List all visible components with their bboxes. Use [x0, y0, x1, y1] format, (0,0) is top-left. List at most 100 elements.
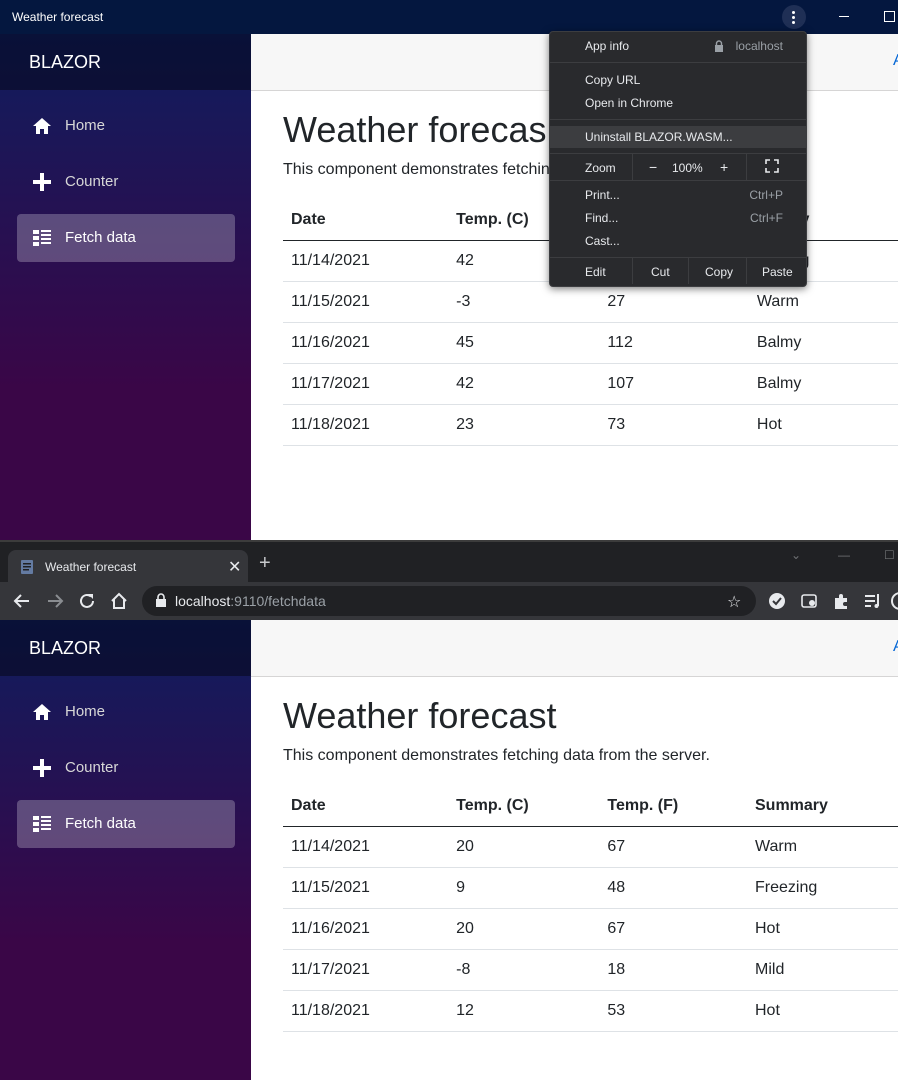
edit-label: Edit: [585, 265, 606, 279]
cut-button[interactable]: Cut: [651, 265, 670, 279]
minimize-button[interactable]: —: [838, 548, 850, 562]
menu-label: App info: [585, 39, 630, 53]
maximize-button[interactable]: ☐: [884, 548, 895, 562]
zoom-out-button[interactable]: −: [649, 159, 657, 175]
window-title: Weather forecast: [12, 10, 104, 24]
nav-label: Home: [65, 703, 106, 720]
url-host: localhost: [175, 593, 231, 609]
extensions-puzzle-icon[interactable]: [831, 591, 851, 611]
nav-item-home[interactable]: Home: [17, 102, 235, 150]
list-icon: [33, 230, 51, 246]
menu-item-app-info[interactable]: App info localhost: [550, 35, 806, 57]
forward-icon[interactable]: [45, 591, 65, 611]
plus-icon: [33, 173, 51, 191]
paste-button[interactable]: Paste: [762, 265, 793, 279]
cell-temp-f: 67: [599, 826, 747, 868]
cell-temp-f: 18: [599, 949, 747, 991]
menu-item-print[interactable]: Print... Ctrl+P: [550, 184, 806, 206]
cell-temp-f: 67: [599, 908, 747, 950]
menu-separator: [550, 180, 806, 181]
extension-icon[interactable]: [799, 591, 819, 611]
copy-button[interactable]: Copy: [705, 265, 733, 279]
profile-icon[interactable]: [890, 591, 898, 611]
cell-date: 11/18/2021: [283, 404, 449, 446]
menu-shortcut: Ctrl+P: [749, 188, 783, 202]
lock-icon: [715, 40, 723, 52]
fullscreen-icon[interactable]: [765, 159, 779, 173]
menu-item-uninstall[interactable]: Uninstall BLAZOR.WASM...: [550, 126, 806, 148]
about-link[interactable]: A: [893, 52, 898, 70]
bookmark-star-icon[interactable]: ☆: [727, 592, 741, 612]
zoom-row: Zoom − 100% +: [550, 154, 806, 180]
address-bar[interactable]: localhost:9110/fetchdata ☆: [142, 586, 756, 616]
table-row: 11/16/2021 45 112 Balmy: [283, 322, 898, 364]
cell-date: 11/15/2021: [283, 867, 449, 909]
extension-check-icon[interactable]: [767, 591, 787, 611]
table-header-row: Date Temp. (C) Temp. (F) Summary: [283, 786, 898, 827]
table-row: 11/18/2021 23 73 Hot: [283, 404, 898, 446]
browser-toolbar: localhost:9110/fetchdata ☆: [0, 582, 898, 620]
home-icon[interactable]: [109, 591, 129, 611]
nav-item-counter[interactable]: Counter: [17, 158, 235, 206]
cell-summary: Warm: [747, 826, 898, 868]
menu-label: Copy URL: [585, 73, 641, 87]
cell-summary: Hot: [746, 404, 898, 446]
app-context-menu: App info localhost Copy URL Open in Chro…: [549, 31, 807, 287]
table-row: 11/18/2021 12 53 Hot: [283, 990, 898, 1032]
cell-date: 11/17/2021: [283, 949, 449, 991]
zoom-in-button[interactable]: +: [720, 159, 728, 175]
cell-date: 11/18/2021: [283, 990, 449, 1032]
back-icon[interactable]: [12, 591, 32, 611]
nav-item-fetch-data[interactable]: Fetch data: [17, 800, 235, 848]
cell-temp-f: 112: [599, 322, 747, 364]
page-description: This component demonstrates fetchin: [283, 161, 550, 178]
menu-item-find[interactable]: Find... Ctrl+F: [550, 207, 806, 229]
menu-item-copy-url[interactable]: Copy URL: [550, 69, 806, 91]
about-link[interactable]: A: [893, 638, 898, 656]
lock-icon[interactable]: [155, 593, 167, 607]
app-menu-button[interactable]: [782, 5, 806, 29]
page-title: Weather forecast: [283, 695, 557, 736]
reload-icon[interactable]: [77, 591, 97, 611]
url-path: :9110/fetchdata: [230, 593, 326, 609]
list-icon: [33, 816, 51, 832]
minimize-button[interactable]: [824, 0, 864, 34]
cell-temp-f: 53: [599, 990, 747, 1032]
plus-icon: [33, 759, 51, 777]
nav-item-counter[interactable]: Counter: [17, 744, 235, 792]
brand-title[interactable]: BLAZOR: [0, 34, 251, 90]
column-header-temp-c: Temp. (C): [448, 786, 600, 827]
cell-temp-c: 20: [448, 908, 600, 950]
tab-strip: Weather forecast ✕ + ⌄ — ☐: [0, 540, 898, 584]
menu-label: Open in Chrome: [585, 96, 674, 110]
media-queue-icon[interactable]: [863, 591, 883, 611]
browser-tab[interactable]: Weather forecast ✕: [8, 550, 248, 584]
cell-temp-f: 27: [599, 281, 747, 323]
table-row: 11/15/2021 -3 27 Warm: [283, 281, 898, 323]
cell-summary: Balmy: [746, 322, 898, 364]
menu-label: Uninstall BLAZOR.WASM...: [585, 130, 733, 144]
table-row: 11/16/2021 20 67 Hot: [283, 908, 898, 950]
tab-search-icon[interactable]: ⌄: [791, 548, 801, 562]
menu-item-open-in-chrome[interactable]: Open in Chrome: [550, 92, 806, 114]
nav-menu: Home Counter Fetch data: [0, 676, 251, 848]
cell-temp-f: 48: [599, 867, 747, 909]
menu-label: Find...: [585, 211, 619, 225]
maximize-button[interactable]: [870, 0, 898, 34]
new-tab-button[interactable]: +: [259, 552, 271, 575]
column-header-summary: Summary: [747, 786, 898, 827]
nav-label: Counter: [65, 173, 119, 190]
nav-label: Fetch data: [65, 815, 136, 832]
brand-title[interactable]: BLAZOR: [0, 620, 251, 676]
cell-summary: Balmy: [746, 363, 898, 405]
menu-label: Print...: [585, 188, 620, 202]
cell-temp-f: 107: [599, 363, 747, 405]
cell-temp-c: 42: [448, 363, 600, 405]
nav-item-home[interactable]: Home: [17, 688, 235, 736]
close-tab-icon[interactable]: ✕: [228, 557, 241, 577]
zoom-label: Zoom: [585, 161, 616, 175]
menu-item-cast[interactable]: Cast...: [550, 230, 806, 252]
nav-menu: Home Counter Fetch data: [0, 90, 251, 262]
column-header-date: Date: [283, 786, 449, 827]
nav-item-fetch-data[interactable]: Fetch data: [17, 214, 235, 262]
